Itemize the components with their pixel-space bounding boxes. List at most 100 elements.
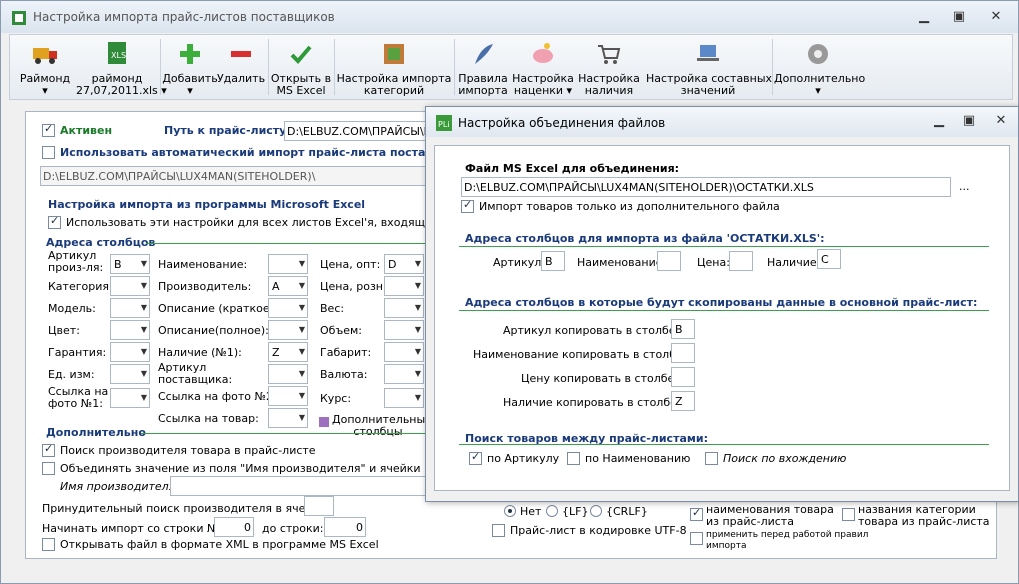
- radio-none-label: Нет: [520, 505, 542, 518]
- auto-import-checkbox[interactable]: [42, 146, 55, 159]
- category-combo[interactable]: ▼: [110, 276, 150, 296]
- copy-article-input[interactable]: B: [671, 319, 695, 339]
- manufacturer-name-label: Имя производителя:: [60, 480, 180, 493]
- toolbar-label: Настройка наценки ▾: [512, 72, 574, 97]
- minimize-button[interactable]: ▁: [911, 7, 937, 27]
- close-button[interactable]: ✕: [983, 7, 1009, 27]
- merge-values-checkbox[interactable]: [42, 462, 55, 475]
- radio-lf-label: {LF}: [562, 505, 589, 518]
- dialog-minimize-button[interactable]: ▁: [926, 111, 952, 131]
- auto-path-input[interactable]: D:\ELBUZ.COM\ПРАЙСЫ\LUX4MAN(SITEHOLDER)\: [40, 166, 426, 186]
- toolbar-rules-button[interactable]: Правила импорта: [456, 37, 510, 99]
- name-from-pricelist-checkbox[interactable]: [690, 506, 703, 521]
- by-name-checkbox[interactable]: [567, 452, 580, 465]
- rate-label: Курс:: [320, 392, 352, 405]
- toolbar-separator: [772, 39, 773, 95]
- category-label: Категория:: [48, 280, 113, 293]
- photo-link-label: Ссылка на фото №1:: [48, 385, 109, 410]
- availability-input[interactable]: C: [817, 249, 841, 269]
- only-extra-label: Импорт товаров только из дополнительного…: [479, 200, 780, 213]
- price-input[interactable]: [729, 251, 753, 271]
- forced-search-input[interactable]: [304, 496, 334, 516]
- manufacturer-name-input[interactable]: [170, 476, 426, 496]
- currency-combo[interactable]: ▼: [384, 364, 424, 384]
- laptop-icon: [697, 45, 719, 61]
- start-row-input[interactable]: 0: [214, 517, 254, 537]
- toolbar-open-excel-button[interactable]: Открыть в MS Excel: [270, 37, 332, 99]
- copy-name-input[interactable]: [671, 343, 695, 363]
- toolbar-availability-button[interactable]: Настройка наличия: [576, 37, 642, 99]
- toolbar-markup-button[interactable]: Настройка наценки ▾: [510, 37, 576, 99]
- price-opt-label: Цена, опт:: [320, 258, 381, 271]
- to-row-input[interactable]: 0: [324, 517, 366, 537]
- copy-price-input[interactable]: [671, 367, 695, 387]
- cart-icon: [598, 45, 621, 64]
- search-manufacturer-checkbox[interactable]: [42, 442, 55, 457]
- toolbar-composite-button[interactable]: Настройка составных значений: [646, 37, 772, 99]
- file-label: Файл MS Excel для объединения:: [465, 162, 680, 175]
- availability-label: Наличие:: [767, 256, 821, 269]
- by-entry-checkbox[interactable]: [705, 452, 718, 465]
- radio-none[interactable]: [504, 505, 516, 517]
- name-combo[interactable]: ▼: [268, 254, 308, 274]
- radio-crlf[interactable]: [590, 505, 602, 517]
- excel-section-title: Настройка импорта из программы Microsoft…: [48, 198, 366, 211]
- columns-header: Адреса столбцов: [46, 236, 156, 249]
- radio-lf[interactable]: [546, 505, 558, 517]
- open-xml-checkbox[interactable]: [42, 538, 55, 551]
- utf8-checkbox[interactable]: [492, 524, 505, 537]
- dimensions-label: Габарит:: [320, 346, 372, 359]
- warranty-combo[interactable]: ▼: [110, 342, 150, 362]
- desc-short-combo[interactable]: ▼: [268, 298, 308, 318]
- photo-link-combo[interactable]: ▼: [110, 388, 150, 408]
- toolbar-supplier-button[interactable]: Раймонд ▾: [14, 37, 76, 99]
- volume-combo[interactable]: ▼: [384, 320, 424, 340]
- toolbar-file-button[interactable]: XLS раймонд 27,07,2011.xls ▾: [76, 37, 167, 99]
- weight-combo[interactable]: ▼: [384, 298, 424, 318]
- truck-icon: [33, 48, 57, 64]
- divider: [141, 433, 426, 434]
- color-combo[interactable]: ▼: [110, 320, 150, 340]
- toolbar-categories-button[interactable]: Настройка импорта категорий: [336, 37, 452, 99]
- file-input[interactable]: D:\ELBUZ.COM\ПРАЙСЫ\LUX4MAN(SITEHOLDER)\…: [461, 177, 951, 197]
- price-retail-combo[interactable]: ▼: [384, 276, 424, 296]
- toolbar-more-button[interactable]: Дополнительно ▾: [774, 37, 865, 99]
- unit-combo[interactable]: ▼: [110, 364, 150, 384]
- plus-icon: [180, 44, 200, 64]
- toolbar-label: Добавить ▾: [162, 72, 218, 97]
- article-combo[interactable]: B ▼: [110, 254, 150, 274]
- use-all-sheets-checkbox[interactable]: [48, 214, 61, 229]
- apply-rules-checkbox[interactable]: [690, 532, 703, 545]
- dialog-title-bar: PLi Настройка объединения файлов ▁ ▣ ✕: [426, 107, 1018, 137]
- name-input[interactable]: [657, 251, 681, 271]
- copy-avail-input[interactable]: Z: [671, 391, 695, 411]
- maximize-button[interactable]: ▣: [946, 7, 972, 27]
- dialog-close-button[interactable]: ✕: [988, 111, 1014, 131]
- model-combo[interactable]: ▼: [110, 298, 150, 318]
- product-link-combo[interactable]: ▼: [268, 408, 308, 428]
- toolbar-delete-button[interactable]: Удалить: [216, 37, 266, 99]
- browse-button[interactable]: ...: [959, 180, 970, 193]
- only-extra-checkbox[interactable]: [461, 198, 474, 213]
- extra-header: Дополнительно: [46, 426, 146, 439]
- active-label: Активен: [60, 124, 113, 137]
- availability-combo[interactable]: Z ▼: [268, 342, 308, 362]
- desc-full-combo[interactable]: ▼: [268, 320, 308, 340]
- by-article-checkbox[interactable]: [469, 450, 482, 465]
- article-input[interactable]: B: [541, 251, 565, 271]
- dimensions-combo[interactable]: ▼: [384, 342, 424, 362]
- price-opt-combo[interactable]: D ▼: [384, 254, 424, 274]
- toolbar-label: Настройка наличия: [578, 72, 640, 97]
- name-label: Наименование:: [577, 256, 667, 269]
- photo2-link-combo[interactable]: ▼: [268, 386, 308, 406]
- supplier-article-combo[interactable]: ▼: [268, 364, 308, 384]
- rate-combo[interactable]: ▼: [384, 388, 424, 408]
- manufacturer-combo[interactable]: A ▼: [268, 276, 308, 296]
- toolbar-add-button[interactable]: Добавить ▾: [162, 37, 218, 99]
- product-link-label: Ссылка на товар:: [158, 412, 259, 425]
- dialog-maximize-button[interactable]: ▣: [956, 111, 982, 131]
- category-names-checkbox[interactable]: [842, 508, 855, 521]
- active-checkbox[interactable]: [42, 122, 55, 137]
- volume-label: Объем:: [320, 324, 362, 337]
- path-input[interactable]: D:\ELBUZ.COM\ПРАЙСЫ\LUX4: [284, 121, 426, 141]
